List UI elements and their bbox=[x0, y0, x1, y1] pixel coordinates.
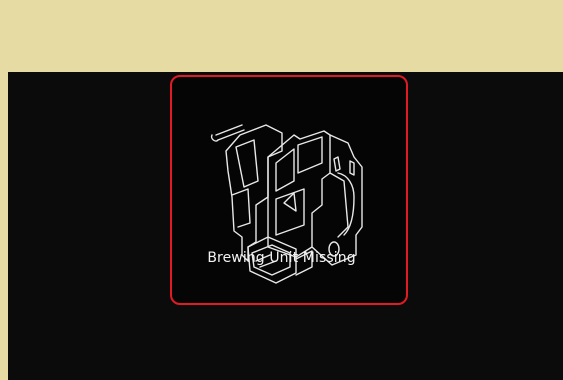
top-band bbox=[0, 0, 563, 72]
status-message: Brewing Unit Missing bbox=[207, 250, 356, 266]
display-panel bbox=[8, 72, 563, 380]
brewing-unit-icon bbox=[210, 124, 363, 284]
coffee-machine-screen: Brewing Unit Missing bbox=[0, 0, 563, 380]
brewing-unit-frame bbox=[170, 75, 408, 305]
